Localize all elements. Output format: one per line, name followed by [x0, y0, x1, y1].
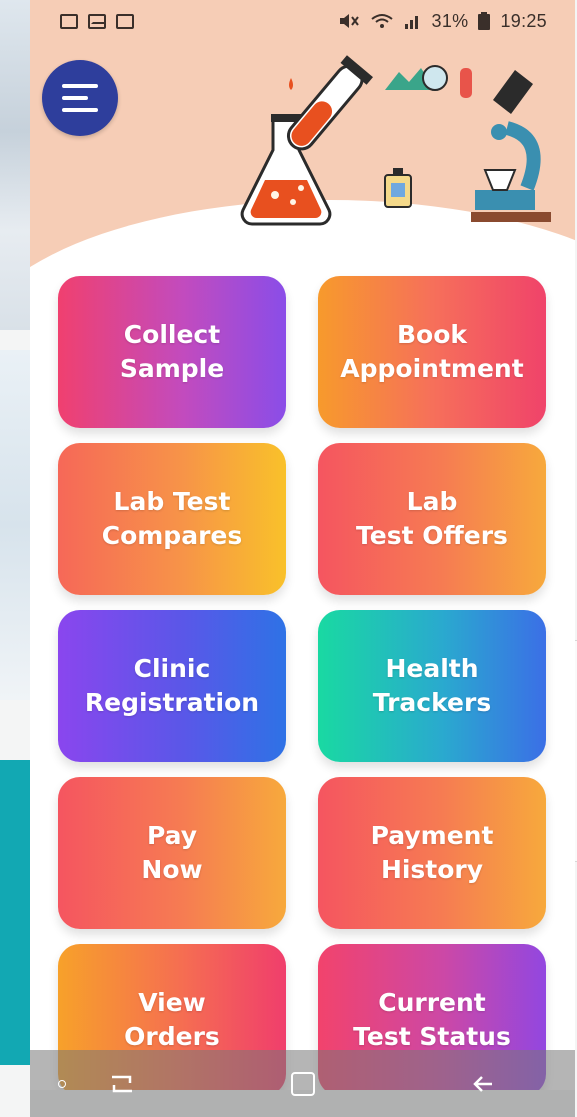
tile-label: Health Trackers — [372, 654, 492, 717]
hamburger-menu-button[interactable] — [42, 60, 118, 136]
lab-test-compares-button[interactable]: Lab Test Compares — [58, 443, 286, 595]
tile-label: View Orders — [124, 988, 220, 1051]
lab-equipment-illustration — [240, 55, 551, 226]
promo-teal-panel — [0, 760, 32, 1065]
battery-percent: 31% — [431, 10, 469, 31]
system-nav-bar — [30, 1050, 575, 1117]
home-icon[interactable] — [290, 1071, 315, 1096]
hamburger-menu-icon — [62, 84, 98, 112]
tile-label: Payment History — [370, 821, 494, 884]
clinic-registration-button[interactable]: Clinic Registration — [58, 610, 286, 762]
tile-label: Lab Test Compares — [101, 487, 243, 550]
pay-now-button[interactable]: Pay Now — [58, 777, 286, 929]
health-trackers-button[interactable]: Health Trackers — [318, 610, 546, 762]
payment-history-button[interactable]: Payment History — [318, 777, 546, 929]
battery-icon — [478, 12, 491, 30]
collect-sample-button[interactable]: Collect Sample — [58, 276, 286, 428]
status-time: 19:25 — [500, 10, 547, 31]
tile-label: Book Appointment — [340, 320, 524, 383]
tile-label: Pay Now — [141, 821, 203, 884]
calendar-icon — [116, 13, 134, 29]
recent-apps-icon[interactable] — [108, 1071, 136, 1097]
tile-label: Current Test Status — [353, 988, 511, 1051]
status-right-icons: 31% 19:25 — [338, 11, 547, 32]
screenshot-root: 31% 19:25 Collect Sample Book Appointmen… — [0, 0, 577, 1117]
wifi-icon — [370, 14, 393, 28]
promo-photo-doctor — [0, 350, 32, 700]
status-left-icons — [60, 13, 134, 29]
signal-icon — [404, 16, 418, 29]
mail-icon — [88, 13, 106, 29]
promo-photo-lab — [0, 0, 32, 330]
status-bar: 31% 19:25 — [30, 0, 575, 42]
phone-screen: 31% 19:25 Collect Sample Book Appointmen… — [30, 0, 575, 1090]
book-appointment-button[interactable]: Book Appointment — [318, 276, 546, 428]
tile-label: Collect Sample — [119, 320, 225, 383]
lab-test-offers-button[interactable]: Lab Test Offers — [318, 443, 546, 595]
nav-indicator-dot — [58, 1080, 66, 1088]
tile-label: Lab Test Offers — [356, 487, 508, 550]
mute-icon — [339, 14, 359, 28]
back-icon[interactable] — [470, 1071, 498, 1097]
tile-label: Clinic Registration — [84, 654, 260, 717]
app-notification-icon — [60, 13, 78, 29]
